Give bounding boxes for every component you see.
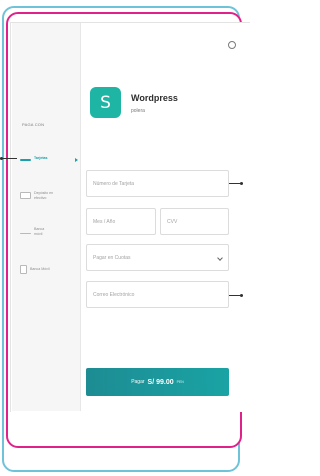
expiry-input[interactable]: Mes / Año (86, 208, 156, 235)
product-name: polera (131, 108, 145, 114)
chevron-down-icon (217, 255, 223, 261)
active-indicator-icon (75, 158, 78, 162)
brand-logo: S (90, 87, 121, 118)
payment-methods-sidebar (12, 23, 81, 411)
sidebar-item-banca-movil-2[interactable]: Banca Móvil (20, 265, 50, 274)
sidebar-heading: PAGA CON (22, 122, 45, 127)
cash-icon (20, 192, 31, 199)
close-icon[interactable] (228, 41, 236, 49)
sidebar-item-label: Tarjetas (34, 156, 48, 161)
installments-label: Pagar en Cuotas (93, 254, 131, 261)
card-icon (20, 159, 31, 161)
sidebar-item-banca-movil[interactable]: Banca móvil (20, 227, 48, 236)
sidebar-item-label: Banca móvil (34, 227, 45, 236)
pointer-dot (240, 182, 243, 185)
installments-select[interactable]: Pagar en Cuotas (86, 244, 229, 271)
pay-button[interactable]: Pagar S/ 99.00 PEN (86, 368, 229, 396)
sidebar-item-tarjetas[interactable]: Tarjetas (20, 156, 48, 161)
pointer-dot (240, 294, 243, 297)
phone-icon (20, 265, 27, 274)
pay-button-amount: S/ 99.00 (147, 378, 174, 386)
mobile-icon (20, 232, 31, 234)
sidebar-item-label: Depósito en efectivo (34, 191, 54, 200)
merchant-name: Wordpress (131, 93, 178, 103)
sidebar-item-label: Banca Móvil (30, 267, 50, 272)
pointer-line (0, 158, 17, 159)
pay-button-label: Pagar (131, 379, 145, 385)
sidebar-item-deposito[interactable]: Depósito en efectivo (20, 191, 56, 200)
pay-button-currency: PEN (176, 380, 184, 384)
card-number-input[interactable]: Número de Tarjeta (86, 170, 229, 197)
email-input[interactable]: Correo Electrónico (86, 281, 229, 308)
cvv-input[interactable]: CVV (160, 208, 229, 235)
